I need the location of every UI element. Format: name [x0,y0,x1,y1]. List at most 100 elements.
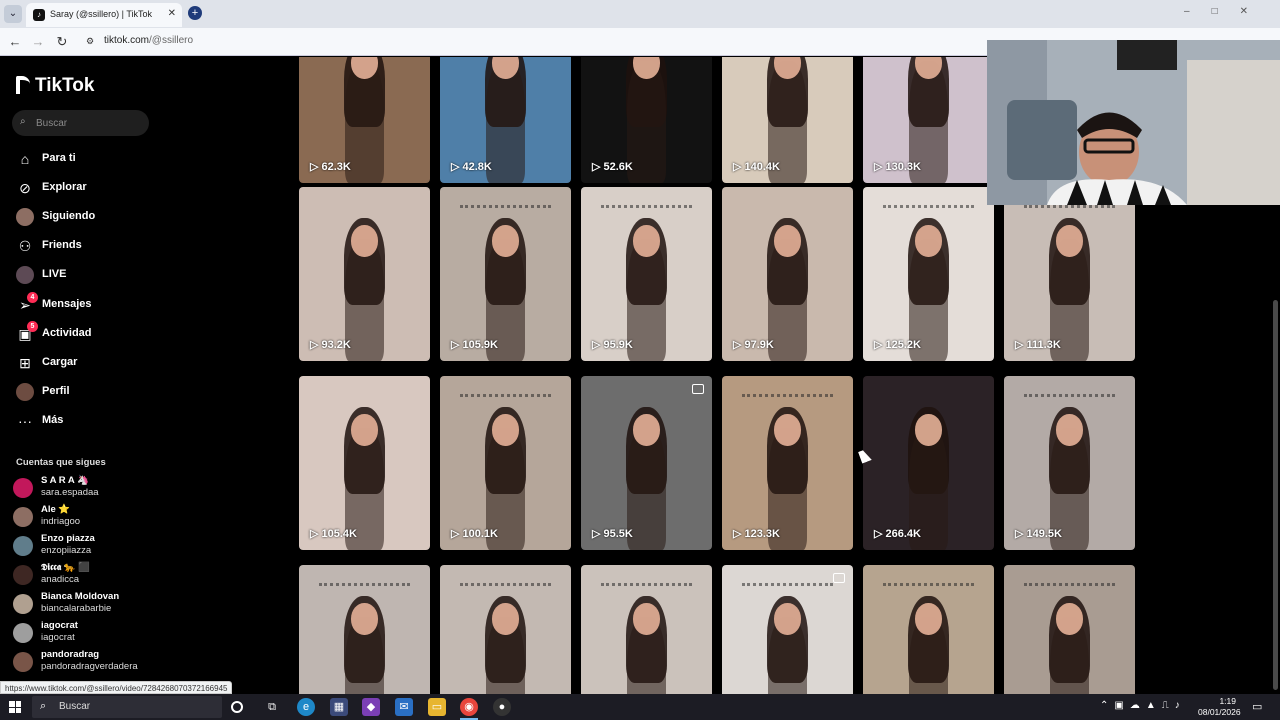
video-thumbnail[interactable]: ▷ 52.6K [581,57,712,183]
notifications-icon[interactable]: ▭ [1252,700,1262,713]
mail-icon[interactable]: ✉ [395,698,413,716]
play-icon: ▷ [451,161,463,173]
browser-tab[interactable]: ♪ Saray (@ssillero) | TikTok ✕ [26,3,182,27]
following-account[interactable]: pandoradrag pandoradragverdadera [13,649,153,675]
video-thumbnail[interactable]: ▷ 62.3K [299,57,430,183]
thumbnail-caption-text [1024,205,1115,219]
video-thumbnail[interactable] [722,565,853,694]
nav-label: Explorar [42,181,87,193]
account-name: Bianca Moldovan [41,591,120,602]
nav-item-explorar[interactable]: ⊘ Explorar [16,177,156,199]
obs-icon[interactable]: ● [493,698,511,716]
nav-item-perfil[interactable]: Perfil [16,381,156,403]
clock-date: 08/01/2026 [1198,707,1241,717]
tiktok-logo[interactable]: TikTok [16,75,94,97]
following-account[interactable]: Bianca Moldovan biancalarabarbie [13,591,153,617]
nav-item-mensajes[interactable]: ➢ 4 Mensajes [16,292,156,316]
avatar [13,594,33,614]
thumbnail-figure-face [351,225,378,257]
visual-studio-icon[interactable]: ◆ [362,698,380,716]
video-thumbnail[interactable]: ▷ 105.4K [299,376,430,550]
avatar [13,536,33,556]
video-thumbnail[interactable]: ▷ 111.3K [1004,187,1135,361]
video-thumbnail[interactable]: ▷ 123.3K [722,376,853,550]
view-count-value: 95.5K [603,528,633,540]
video-thumbnail[interactable]: ▷ 266.4K [863,376,994,550]
following-account[interactable]: S A R A 🦄 sara.espadaa [13,475,153,501]
video-thumbnail[interactable]: ▷ 100.1K [440,376,571,550]
nav-item-mas[interactable]: ··· Más [16,410,156,432]
video-thumbnail[interactable]: ▷ 95.5K [581,376,712,550]
view-count: ▷ 111.3K [1015,338,1061,351]
url-field[interactable]: tiktok.com/@ssillero [104,35,193,46]
search-input[interactable] [36,115,144,131]
following-account[interactable]: Ale ⭐ indriagoo [13,504,153,530]
page-scrollbar[interactable] [1273,300,1278,690]
play-icon: ▷ [874,161,886,173]
video-thumbnail[interactable] [1004,565,1135,694]
video-thumbnail[interactable]: ▷ 149.5K [1004,376,1135,550]
taskbar-search[interactable]: ⌕ Buscar [32,696,222,718]
account-handle: biancalarabarbie [41,603,112,614]
nav-item-actividad[interactable]: ▣ 5 Actividad [16,321,156,345]
site-info-icon[interactable]: ⚙ [86,36,98,48]
task-view-icon[interactable]: ⧉ [263,698,281,716]
back-button[interactable]: ← [6,33,24,51]
status-url: https://www.tiktok.com/@ssillero/video/7… [0,681,233,694]
nav-item-siguiendo[interactable]: Siguiendo [16,206,156,228]
video-thumbnail[interactable]: ▷ 140.4K [722,57,853,183]
play-icon: ▷ [733,339,745,351]
view-count-value: 62.3K [321,161,351,173]
chrome-icon[interactable]: ◉ [460,698,478,716]
play-icon: ▷ [592,339,604,351]
video-thumbnail[interactable] [440,565,571,694]
play-icon: ▷ [1015,339,1027,351]
search-icon: ⌕ [40,700,47,712]
reload-button[interactable]: ↻ [53,33,71,51]
system-tray[interactable]: ⌃▣☁▲⎍♪ [1100,700,1186,711]
cortana-icon[interactable] [231,701,243,713]
following-account[interactable]: Enzo piazza enzopiiazza [13,533,153,559]
video-thumbnail[interactable]: ▷ 130.3K [863,57,994,183]
window-controls[interactable]: –□✕ [1184,6,1270,17]
forward-button[interactable]: → [29,33,47,51]
activity-badge: 5 [27,321,38,332]
view-count-value: 123.3K [744,528,780,540]
account-name: S A R A 🦄 [41,475,89,486]
search-box[interactable]: ⌕ [12,110,149,136]
edge-icon[interactable]: e [297,698,315,716]
thumbnail-figure-face [915,414,942,446]
start-button[interactable] [9,701,21,713]
taskbar-clock[interactable]: 1:19 08/01/2026 [1198,696,1241,718]
tab-list-button[interactable]: ⌄ [4,5,22,23]
video-thumbnail[interactable]: ▷ 93.2K [299,187,430,361]
nav-item-cargar[interactable]: ⊞ Cargar [16,352,156,374]
store-icon[interactable]: ▦ [330,698,348,716]
nav-item-friends[interactable]: ⚇ Friends [16,235,156,257]
view-count: ▷ 42.8K [451,160,492,173]
account-handle: anadicca [41,574,80,585]
video-thumbnail[interactable]: ▷ 42.8K [440,57,571,183]
view-count: ▷ 149.5K [1015,527,1062,540]
tiktok-note-icon [16,76,30,94]
video-thumbnail[interactable] [299,565,430,694]
following-account[interactable]: 𝕯𝖎𝖈𝖈𝖆 🐆 ⬛ anadicca [13,562,153,588]
video-thumbnail[interactable] [863,565,994,694]
following-account[interactable]: iagocrat iagocrat [13,620,153,646]
nav-item-live[interactable]: LIVE [16,264,156,286]
thumbnail-caption-text [601,205,692,219]
url-host: tiktok.com [104,35,150,46]
video-thumbnail[interactable]: ▷ 97.9K [722,187,853,361]
thumbnail-figure-face [351,414,378,446]
video-thumbnail[interactable]: ▷ 95.9K [581,187,712,361]
thumbnail-caption-text [460,583,551,597]
nav-item-para-ti[interactable]: ⌂ Para ti [16,148,156,170]
file-explorer-icon[interactable]: ▭ [428,698,446,716]
video-thumbnail[interactable]: ▷ 105.9K [440,187,571,361]
tab-close-icon[interactable]: ✕ [168,8,176,19]
new-tab-button[interactable]: + [188,6,202,20]
video-thumbnail[interactable] [581,565,712,694]
thumbnail-caption-text [883,205,974,219]
account-name: pandoradrag [41,649,100,660]
video-thumbnail[interactable]: ▷ 125.2K [863,187,994,361]
